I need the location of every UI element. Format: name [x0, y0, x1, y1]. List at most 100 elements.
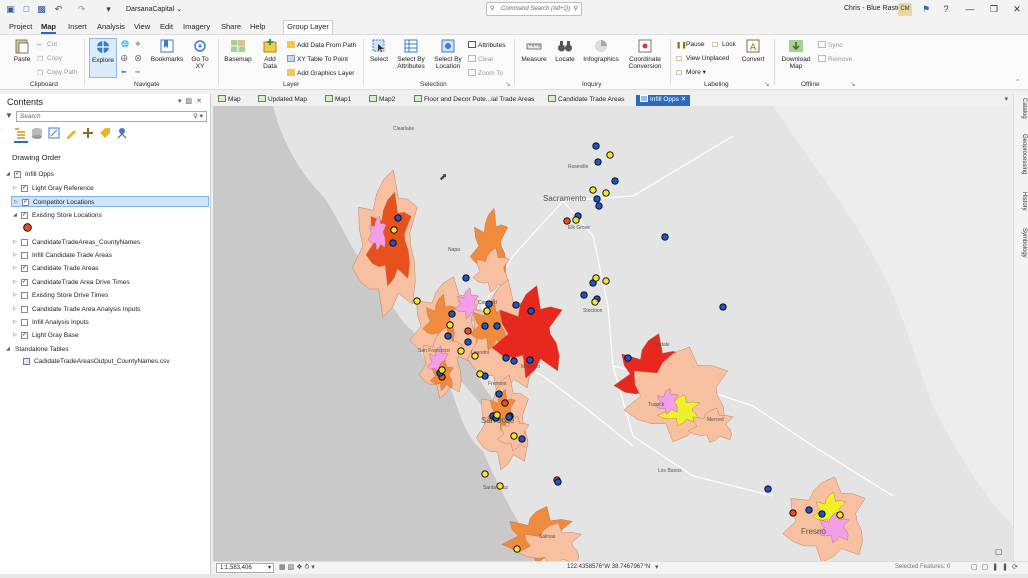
competitor-point[interactable] [554, 478, 562, 486]
candidate-point[interactable] [390, 226, 398, 234]
chevron-down-icon[interactable]: ▾ [655, 563, 659, 571]
competitor-point[interactable] [510, 357, 518, 365]
candidate-point[interactable] [438, 366, 446, 374]
go-to-xy-button[interactable]: Go To XY [189, 38, 211, 70]
close-icon[interactable]: ✕ [1010, 3, 1024, 16]
layer-row[interactable]: ◢ Standalone Tables [0, 344, 211, 355]
tab-candidate-trade-areas[interactable]: Candidate Trade Areas [548, 95, 625, 106]
candidate-point[interactable] [592, 274, 600, 282]
explore-button[interactable]: Explore [89, 38, 117, 78]
candidate-point[interactable] [476, 370, 484, 378]
competitor-point[interactable] [595, 202, 603, 210]
existing-store-point[interactable] [789, 509, 797, 517]
tab-map[interactable]: Map [41, 21, 56, 34]
tab-map-view[interactable]: Map [218, 95, 241, 106]
list-by-editing-icon[interactable] [65, 127, 77, 139]
existing-store-point[interactable] [563, 217, 571, 225]
candidate-point[interactable] [471, 352, 479, 360]
layer-visibility-checkbox[interactable]: ✓ [21, 185, 28, 192]
undo-icon[interactable]: ↶ [53, 4, 64, 15]
layer-visibility-checkbox[interactable] [21, 252, 28, 259]
list-by-labeling-icon[interactable] [99, 127, 111, 139]
layer-row[interactable] [0, 222, 211, 233]
candidate-point[interactable] [496, 482, 504, 490]
expand-right-icon[interactable]: ▷ [13, 263, 17, 274]
layer-row[interactable]: ◢ ✓ Existing Store Locations [0, 210, 211, 221]
add-graphics-layer-button[interactable]: Add Graphics Layer [287, 69, 354, 78]
close-tab-icon[interactable]: ✕ [681, 96, 686, 103]
convert-button[interactable]: A Convert [740, 38, 766, 63]
copy-path-button[interactable]: ❐ Copy Path [37, 69, 77, 77]
layer-row[interactable]: ▷ ✓ Light Gray Base [0, 330, 211, 341]
side-tab-history[interactable]: History [1015, 192, 1027, 211]
competitor-point[interactable] [580, 291, 588, 299]
fixed-zoom-icon[interactable]: ❖ [135, 41, 141, 49]
tab-view[interactable]: View [134, 21, 150, 34]
layer-row[interactable]: CadidateTradeAreasOutput_CountyNames.csv [0, 356, 211, 367]
layer-visibility-checkbox[interactable]: ✓ [21, 279, 28, 286]
copy-button[interactable]: ❐ Copy [37, 55, 62, 63]
competitor-point[interactable] [493, 322, 501, 330]
basemap-button[interactable]: Basemap [223, 38, 253, 63]
list-by-selection-icon[interactable] [48, 127, 60, 139]
side-tab-catalog[interactable]: Catalog [1015, 98, 1027, 119]
layer-row[interactable]: ◢ ✓ Infill Opps [0, 169, 211, 180]
contents-search-input[interactable]: Search ⚲ ▾ [16, 111, 207, 122]
competitor-point[interactable] [518, 435, 526, 443]
add-data-button[interactable]: Add Data [259, 38, 281, 70]
layer-visibility-checkbox[interactable]: ✓ [21, 332, 28, 339]
map-view[interactable]: Clearlake Sacramento Roseville Elk Grove Nap… [213, 106, 1013, 561]
candidate-point[interactable] [572, 216, 580, 224]
candidate-point[interactable] [413, 297, 421, 305]
tab-help[interactable]: Help [250, 21, 265, 34]
bookmarks-button[interactable]: Bookmarks [150, 38, 184, 63]
competitor-point[interactable] [594, 158, 602, 166]
competitor-point[interactable] [818, 510, 826, 518]
command-search-input[interactable]: ⚲ Command Search (Alt+Q) ⚲ [486, 2, 582, 16]
minimize-icon[interactable]: — [963, 3, 977, 16]
tab-insert[interactable]: Insert [68, 21, 87, 34]
redo-icon[interactable]: ↷ [76, 4, 87, 15]
more-labeling-button[interactable]: ☐ More ▾ [676, 69, 706, 77]
competitor-point[interactable] [448, 310, 456, 318]
filter-icon[interactable]: ▼ [5, 111, 13, 120]
layer-row[interactable]: ▷ ✓ Competitor Locations [11, 196, 209, 207]
layer-row[interactable]: ▷ ✓ CandidateTrade Area Drive Times [0, 277, 211, 288]
layer-visibility-checkbox[interactable]: ✓ [21, 212, 28, 219]
competitor-point[interactable] [485, 300, 493, 308]
candidate-point[interactable] [836, 511, 844, 519]
paste-button[interactable]: Paste [10, 38, 34, 63]
side-tab-geoprocessing[interactable]: Geoprocessing [1015, 134, 1027, 174]
list-by-snapping-icon[interactable] [82, 127, 94, 139]
expand-right-icon[interactable]: ▷ [13, 250, 17, 261]
new-project-icon[interactable]: □ [21, 4, 32, 15]
tab-group-layer[interactable]: Group Layer [283, 20, 333, 34]
customize-qat-icon[interactable]: ▾ [103, 4, 114, 15]
infographics-button[interactable]: Infographics [581, 38, 621, 63]
project-name[interactable]: DarsanaCapital ⌄ [126, 5, 182, 13]
expand-right-icon[interactable]: ▷ [14, 197, 18, 208]
expand-right-icon[interactable]: ▷ [13, 277, 17, 288]
competitor-point[interactable] [389, 239, 397, 247]
zoom-to-selection-button[interactable]: Zoom To [468, 69, 503, 78]
tab-edit[interactable]: Edit [160, 21, 173, 34]
clear-selection-button[interactable]: Clear [468, 55, 494, 64]
tab-project[interactable]: Project [9, 21, 32, 34]
existing-store-symbol[interactable] [23, 223, 32, 232]
next-extent-icon[interactable]: ➡ [135, 69, 140, 77]
tab-analysis[interactable]: Analysis [97, 21, 125, 34]
status-actions[interactable]: ▢▢❚❚⟳ [971, 563, 1022, 571]
select-button[interactable]: Select [368, 38, 390, 63]
notifications-icon[interactable]: ⚑ [919, 3, 933, 16]
layer-visibility-checkbox[interactable] [21, 306, 28, 313]
layer-row[interactable]: ▷ ✓ Candidate Trade Areas [0, 263, 211, 274]
tab-floor-decor-trade-areas[interactable]: Floor and Decor Pote...ial Trade Areas [414, 95, 535, 106]
map-view-tools[interactable]: ▦▧❖⥁▾ [279, 563, 317, 571]
tab-share[interactable]: Share [221, 21, 241, 34]
competitor-point[interactable] [719, 303, 727, 311]
existing-store-point[interactable] [501, 399, 509, 407]
competitor-point[interactable] [464, 338, 472, 346]
user-name[interactable]: Chris - Blue Raster [844, 5, 903, 12]
expand-down-icon[interactable]: ◢ [6, 169, 10, 180]
expand-down-icon[interactable]: ◢ [13, 210, 17, 221]
